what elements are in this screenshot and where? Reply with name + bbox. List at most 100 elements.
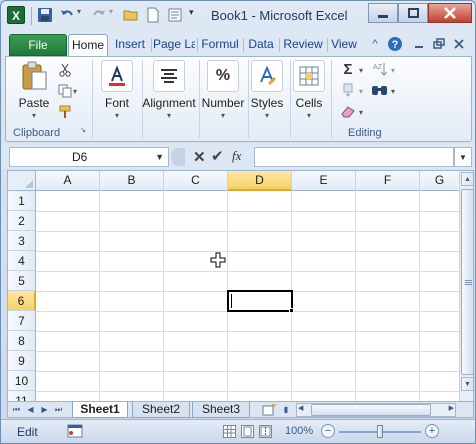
tab-page-layout[interactable]: Page La bbox=[153, 34, 195, 56]
close-button[interactable] bbox=[428, 3, 472, 23]
row-header[interactable]: 2 bbox=[8, 211, 36, 231]
workbook-restore-icon[interactable] bbox=[431, 36, 447, 52]
autosum-dropdown-icon[interactable]: ▾ bbox=[357, 61, 365, 79]
column-header[interactable]: C bbox=[164, 171, 228, 191]
column-header[interactable]: G bbox=[420, 171, 460, 191]
alignment-button[interactable]: Alignment ▾ bbox=[140, 60, 198, 120]
row-header[interactable]: 1 bbox=[8, 191, 36, 211]
tab-data[interactable]: Data bbox=[245, 34, 277, 56]
page-layout-view-icon[interactable] bbox=[241, 425, 254, 438]
row-header[interactable]: 4 bbox=[8, 251, 36, 271]
insert-sheet-icon[interactable] bbox=[260, 403, 278, 416]
active-cell[interactable] bbox=[227, 290, 293, 312]
clipboard-launcher-icon[interactable]: ↘ bbox=[78, 125, 88, 135]
minimize-button[interactable] bbox=[368, 3, 398, 23]
restore-button[interactable] bbox=[398, 3, 428, 23]
expand-formula-bar-icon[interactable]: ▼ bbox=[454, 147, 472, 167]
tab-formulas[interactable]: Formul bbox=[199, 34, 241, 56]
format-painter-icon[interactable] bbox=[56, 103, 74, 121]
open-folder-icon[interactable] bbox=[123, 7, 139, 23]
macro-record-icon[interactable] bbox=[67, 424, 83, 438]
insert-function-icon[interactable]: fx bbox=[232, 148, 241, 164]
row-header[interactable]: 11 bbox=[8, 391, 36, 401]
normal-view-icon[interactable] bbox=[223, 425, 236, 438]
tab-view[interactable]: View bbox=[329, 34, 359, 56]
column-header[interactable]: A bbox=[36, 171, 100, 191]
zoom-out-icon[interactable]: − bbox=[321, 424, 335, 438]
autosum-icon[interactable]: Σ bbox=[339, 60, 357, 78]
fill-icon[interactable] bbox=[339, 81, 357, 99]
sheet-tab-sheet1[interactable]: Sheet1 bbox=[72, 402, 128, 418]
scroll-left-icon[interactable]: ◀ bbox=[298, 404, 303, 412]
row-header[interactable]: 9 bbox=[8, 351, 36, 371]
paste-button[interactable]: Paste ▾ bbox=[14, 60, 54, 120]
horizontal-scroll-thumb[interactable] bbox=[311, 404, 431, 416]
sheet-tab-sheet3[interactable]: Sheet3 bbox=[192, 402, 250, 418]
tab-file[interactable]: File bbox=[9, 34, 67, 56]
tab-home[interactable]: Home bbox=[68, 34, 108, 56]
first-sheet-icon[interactable]: ⏮ bbox=[10, 403, 23, 416]
cancel-entry-icon[interactable]: ✕ bbox=[193, 148, 206, 166]
column-header[interactable]: E bbox=[292, 171, 356, 191]
tab-insert[interactable]: Insert bbox=[110, 34, 150, 56]
undo-icon[interactable] bbox=[59, 7, 75, 23]
customize-qat-icon[interactable]: ▾ bbox=[189, 7, 205, 23]
number-button[interactable]: % Number ▾ bbox=[200, 60, 246, 120]
scroll-up-icon[interactable]: ▲ bbox=[461, 172, 473, 186]
column-header[interactable]: F bbox=[356, 171, 420, 191]
clear-dropdown-icon[interactable]: ▾ bbox=[357, 103, 365, 121]
enter-check-icon[interactable]: ✔ bbox=[211, 147, 224, 165]
print-preview-icon[interactable] bbox=[167, 7, 183, 23]
formula-bar-grip-icon[interactable] bbox=[171, 148, 185, 166]
tab-split-handle-icon[interactable]: ▮ bbox=[280, 403, 292, 416]
column-header-selected[interactable]: D bbox=[228, 171, 292, 191]
cells-button[interactable]: Cells ▾ bbox=[292, 60, 326, 120]
row-header[interactable]: 7 bbox=[8, 311, 36, 331]
formula-input[interactable] bbox=[254, 147, 454, 167]
row-header[interactable]: 8 bbox=[8, 331, 36, 351]
styles-button[interactable]: Styles ▾ bbox=[248, 60, 286, 120]
find-select-icon[interactable] bbox=[371, 81, 389, 99]
vertical-scroll-thumb[interactable] bbox=[461, 189, 473, 375]
scroll-down-icon[interactable]: ▼ bbox=[461, 377, 473, 391]
clear-eraser-icon[interactable] bbox=[339, 102, 357, 120]
tab-review[interactable]: Review bbox=[281, 34, 325, 56]
worksheet-grid[interactable]: A B C D E F G 1 2 3 4 5 6 7 8 9 10 11 ▲ … bbox=[7, 170, 474, 402]
new-document-icon[interactable] bbox=[145, 7, 161, 23]
last-sheet-icon[interactable]: ⏭ bbox=[52, 403, 65, 416]
horizontal-scrollbar[interactable]: ◀ ▶ bbox=[296, 403, 456, 417]
workbook-close-icon[interactable] bbox=[451, 36, 467, 52]
sort-filter-icon[interactable]: AZ bbox=[371, 60, 389, 78]
copy-dropdown-icon[interactable]: ▾ bbox=[70, 82, 80, 100]
sheet-tab-sheet2[interactable]: Sheet2 bbox=[132, 402, 190, 418]
workbook-minimize-icon[interactable] bbox=[411, 36, 427, 52]
prev-sheet-icon[interactable]: ◀ bbox=[24, 403, 37, 416]
zoom-in-icon[interactable]: + bbox=[425, 424, 439, 438]
row-header[interactable]: 10 bbox=[8, 371, 36, 391]
minimize-ribbon-icon[interactable]: ^ bbox=[367, 36, 383, 52]
scroll-right-icon[interactable]: ▶ bbox=[449, 404, 454, 412]
help-icon[interactable]: ? bbox=[387, 36, 403, 52]
name-box-dropdown-icon[interactable]: ▼ bbox=[155, 148, 164, 166]
sort-filter-dropdown-icon[interactable]: ▾ bbox=[389, 61, 397, 79]
redo-icon[interactable] bbox=[91, 7, 107, 23]
next-sheet-icon[interactable]: ▶ bbox=[38, 403, 51, 416]
fill-dropdown-icon[interactable]: ▾ bbox=[357, 82, 365, 100]
fill-handle[interactable] bbox=[289, 308, 294, 313]
name-box[interactable]: D6 ▼ bbox=[9, 147, 169, 167]
font-button[interactable]: Font ▾ bbox=[96, 60, 138, 120]
page-break-view-icon[interactable] bbox=[259, 425, 272, 438]
cut-icon[interactable] bbox=[56, 61, 74, 79]
save-icon[interactable] bbox=[37, 7, 53, 23]
alignment-label: Alignment bbox=[142, 96, 196, 110]
excel-logo-icon[interactable]: X bbox=[7, 6, 25, 24]
vertical-scrollbar[interactable]: ▲ ▼ bbox=[459, 171, 473, 401]
find-select-dropdown-icon[interactable]: ▾ bbox=[389, 82, 397, 100]
zoom-level[interactable]: 100% bbox=[285, 425, 313, 437]
select-all-corner[interactable] bbox=[8, 171, 36, 191]
row-header[interactable]: 3 bbox=[8, 231, 36, 251]
column-header[interactable]: B bbox=[100, 171, 164, 191]
zoom-slider-thumb[interactable] bbox=[377, 425, 383, 438]
row-header-selected[interactable]: 6 bbox=[8, 291, 36, 311]
row-header[interactable]: 5 bbox=[8, 271, 36, 291]
